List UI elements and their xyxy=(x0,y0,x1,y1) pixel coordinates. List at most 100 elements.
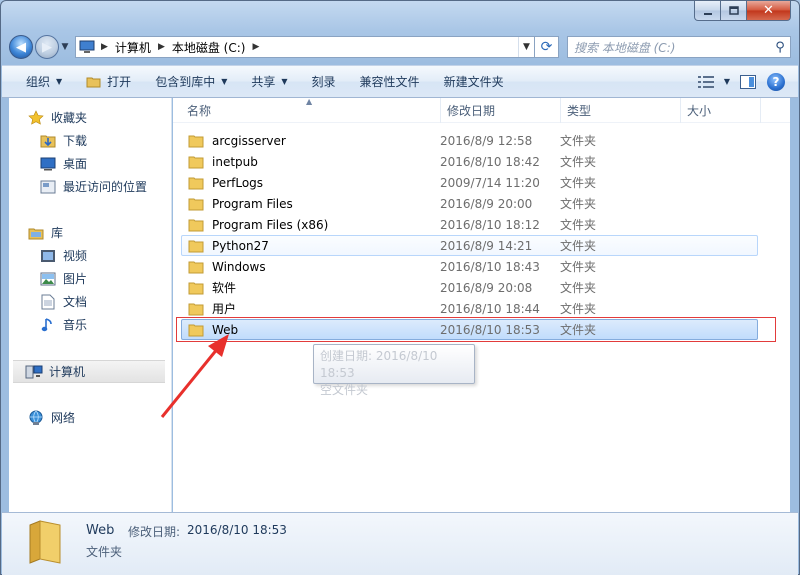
file-name: Program Files xyxy=(212,196,293,211)
folder-icon xyxy=(188,177,204,189)
chevron-down-icon: ▼ xyxy=(56,77,63,86)
nav-computer[interactable]: 计算机 xyxy=(13,360,165,383)
column-header-name[interactable]: 名称 xyxy=(181,98,441,123)
share-button[interactable]: 共享 ▼ xyxy=(239,69,299,95)
file-name: Python27 xyxy=(212,238,269,253)
file-date: 2016/8/9 20:00 xyxy=(440,196,533,211)
file-row-windows[interactable]: Windows 2016/8/10 18:43 文件夹 xyxy=(181,256,758,277)
file-type: 文件夹 xyxy=(560,197,597,211)
file-row-users[interactable]: 用户 2016/8/10 18:44 文件夹 xyxy=(181,298,758,319)
file-name: inetpub xyxy=(212,154,258,169)
view-options-dropdown[interactable]: ▼ xyxy=(720,70,734,94)
file-name-cell: Program Files xyxy=(182,197,440,211)
minimize-icon xyxy=(703,12,712,15)
file-row-python27[interactable]: Python27 2016/8/9 14:21 文件夹 xyxy=(181,235,758,256)
nav-documents[interactable]: 文档 xyxy=(9,290,172,313)
nav-network-label: 网络 xyxy=(51,411,76,425)
preview-pane-icon xyxy=(740,74,756,89)
folder-icon xyxy=(188,324,204,336)
include-in-library-label: 包含到库中 xyxy=(155,75,216,89)
nav-desktop[interactable]: 桌面 xyxy=(9,152,172,175)
folder-tooltip: 创建日期: 2016/8/10 18:53 空文件夹 xyxy=(313,344,475,397)
file-name-cell: inetpub xyxy=(182,155,440,169)
close-button[interactable]: ✕ xyxy=(747,1,791,21)
details-view-icon xyxy=(698,75,714,88)
include-in-library-button[interactable]: 包含到库中 ▼ xyxy=(143,69,239,95)
nav-favorites-label: 收藏夹 xyxy=(51,111,88,125)
compatibility-files-button[interactable]: 兼容性文件 xyxy=(348,69,432,95)
nav-videos[interactable]: 视频 xyxy=(9,244,172,267)
music-icon xyxy=(39,317,57,333)
file-date: 2016/8/9 20:08 xyxy=(440,280,533,295)
column-header-date[interactable]: 修改日期 xyxy=(441,98,561,123)
breadcrumb-separator: ▶ xyxy=(101,42,108,52)
file-list-pane: ▲ 名称 修改日期 类型 大小 arcgisserver 2016/8/9 12… xyxy=(173,97,790,512)
nav-recent-places[interactable]: 最近访问的位置 xyxy=(9,175,172,198)
search-input[interactable]: 搜索 本地磁盘 (C:) ⚲ xyxy=(567,36,791,58)
computer-icon xyxy=(76,37,98,57)
details-file-name: Web xyxy=(86,523,115,538)
details-date: 2016/8/10 18:53 xyxy=(187,523,287,537)
file-date: 2009/7/14 11:20 xyxy=(440,175,540,190)
column-header-size-label: 大小 xyxy=(687,104,712,118)
share-label: 共享 xyxy=(251,75,276,89)
file-date: 2016/8/10 18:43 xyxy=(440,259,540,274)
libraries-group: 库 视频 图片 文档 音乐 xyxy=(9,221,172,336)
file-name: Windows xyxy=(212,259,266,274)
change-view-button[interactable] xyxy=(692,70,720,94)
open-button[interactable]: 打开 xyxy=(74,69,143,95)
organize-button[interactable]: 组织 ▼ xyxy=(14,69,74,95)
minimize-button[interactable] xyxy=(694,1,721,21)
desktop-icon xyxy=(39,156,57,172)
column-header-type[interactable]: 类型 xyxy=(561,98,681,123)
forward-button[interactable]: ▶ xyxy=(35,35,59,59)
refresh-icon: ⟳ xyxy=(540,39,553,55)
open-label: 打开 xyxy=(107,75,132,89)
nav-music[interactable]: 音乐 xyxy=(9,313,172,336)
address-history-dropdown[interactable]: ▼ xyxy=(518,37,534,57)
nav-network[interactable]: 网络 xyxy=(9,406,172,429)
column-header-size[interactable]: 大小 xyxy=(681,98,761,123)
nav-music-label: 音乐 xyxy=(63,318,88,332)
file-row-web[interactable]: Web 2016/8/10 18:53 文件夹 xyxy=(181,319,758,340)
recent-pages-dropdown[interactable]: ▼ xyxy=(59,42,71,52)
address-bar[interactable]: ▶ 计算机 ▶ 本地磁盘 (C:) ▶ ▼ xyxy=(75,36,535,58)
search-placeholder: 搜索 本地磁盘 (C:) xyxy=(574,40,676,55)
file-row-inetpub[interactable]: inetpub 2016/8/10 18:42 文件夹 xyxy=(181,151,758,172)
explorer-window: ✕ ◀ ▶ ▼ ▶ 计算机 ▶ 本地磁盘 (C:) ▶ ▼ ⟳ 搜索 本地磁盘 … xyxy=(0,0,800,575)
folder-icon xyxy=(188,135,204,147)
column-header-date-label: 修改日期 xyxy=(447,104,496,118)
details-pane: Web 修改日期: 2016/8/10 18:53 文件夹 xyxy=(2,512,798,575)
nav-pictures[interactable]: 图片 xyxy=(9,267,172,290)
refresh-button[interactable]: ⟳ xyxy=(535,36,559,58)
search-icon[interactable]: ⚲ xyxy=(770,40,790,55)
new-folder-button[interactable]: 新建文件夹 xyxy=(432,69,516,95)
nav-libraries[interactable]: 库 xyxy=(9,221,172,244)
column-headers: ▲ 名称 修改日期 类型 大小 xyxy=(173,97,790,123)
file-row-software[interactable]: 软件 2016/8/9 20:08 文件夹 xyxy=(181,277,758,298)
file-row-arcgisserver[interactable]: arcgisserver 2016/8/9 12:58 文件夹 xyxy=(181,130,758,151)
document-icon xyxy=(39,294,57,310)
nav-downloads[interactable]: 下载 xyxy=(9,129,172,152)
file-row-program-files[interactable]: Program Files 2016/8/9 20:00 文件夹 xyxy=(181,193,758,214)
file-type: 文件夹 xyxy=(560,176,597,190)
file-name: PerfLogs xyxy=(212,175,264,190)
breadcrumb-computer[interactable]: 计算机 xyxy=(111,37,155,57)
maximize-button[interactable] xyxy=(721,1,747,21)
back-button[interactable]: ◀ xyxy=(9,35,33,59)
network-group: 网络 xyxy=(9,406,172,429)
help-button[interactable]: ? xyxy=(762,70,790,94)
chevron-down-icon: ▼ xyxy=(523,42,530,52)
file-name: Web xyxy=(212,322,239,337)
file-row-program-files-x86[interactable]: Program Files (x86) 2016/8/10 18:12 文件夹 xyxy=(181,214,758,235)
file-row-perflogs[interactable]: PerfLogs 2009/7/14 11:20 文件夹 xyxy=(181,172,758,193)
breadcrumb-local-disk[interactable]: 本地磁盘 (C:) xyxy=(168,37,250,57)
burn-button[interactable]: 刻录 xyxy=(300,69,348,95)
help-icon: ? xyxy=(767,72,785,91)
nav-favorites[interactable]: 收藏夹 xyxy=(9,106,172,129)
file-type: 文件夹 xyxy=(560,218,597,232)
preview-pane-button[interactable] xyxy=(734,70,762,94)
folder-large-icon xyxy=(29,520,61,564)
nav-downloads-label: 下载 xyxy=(63,134,88,148)
star-icon xyxy=(27,109,45,126)
